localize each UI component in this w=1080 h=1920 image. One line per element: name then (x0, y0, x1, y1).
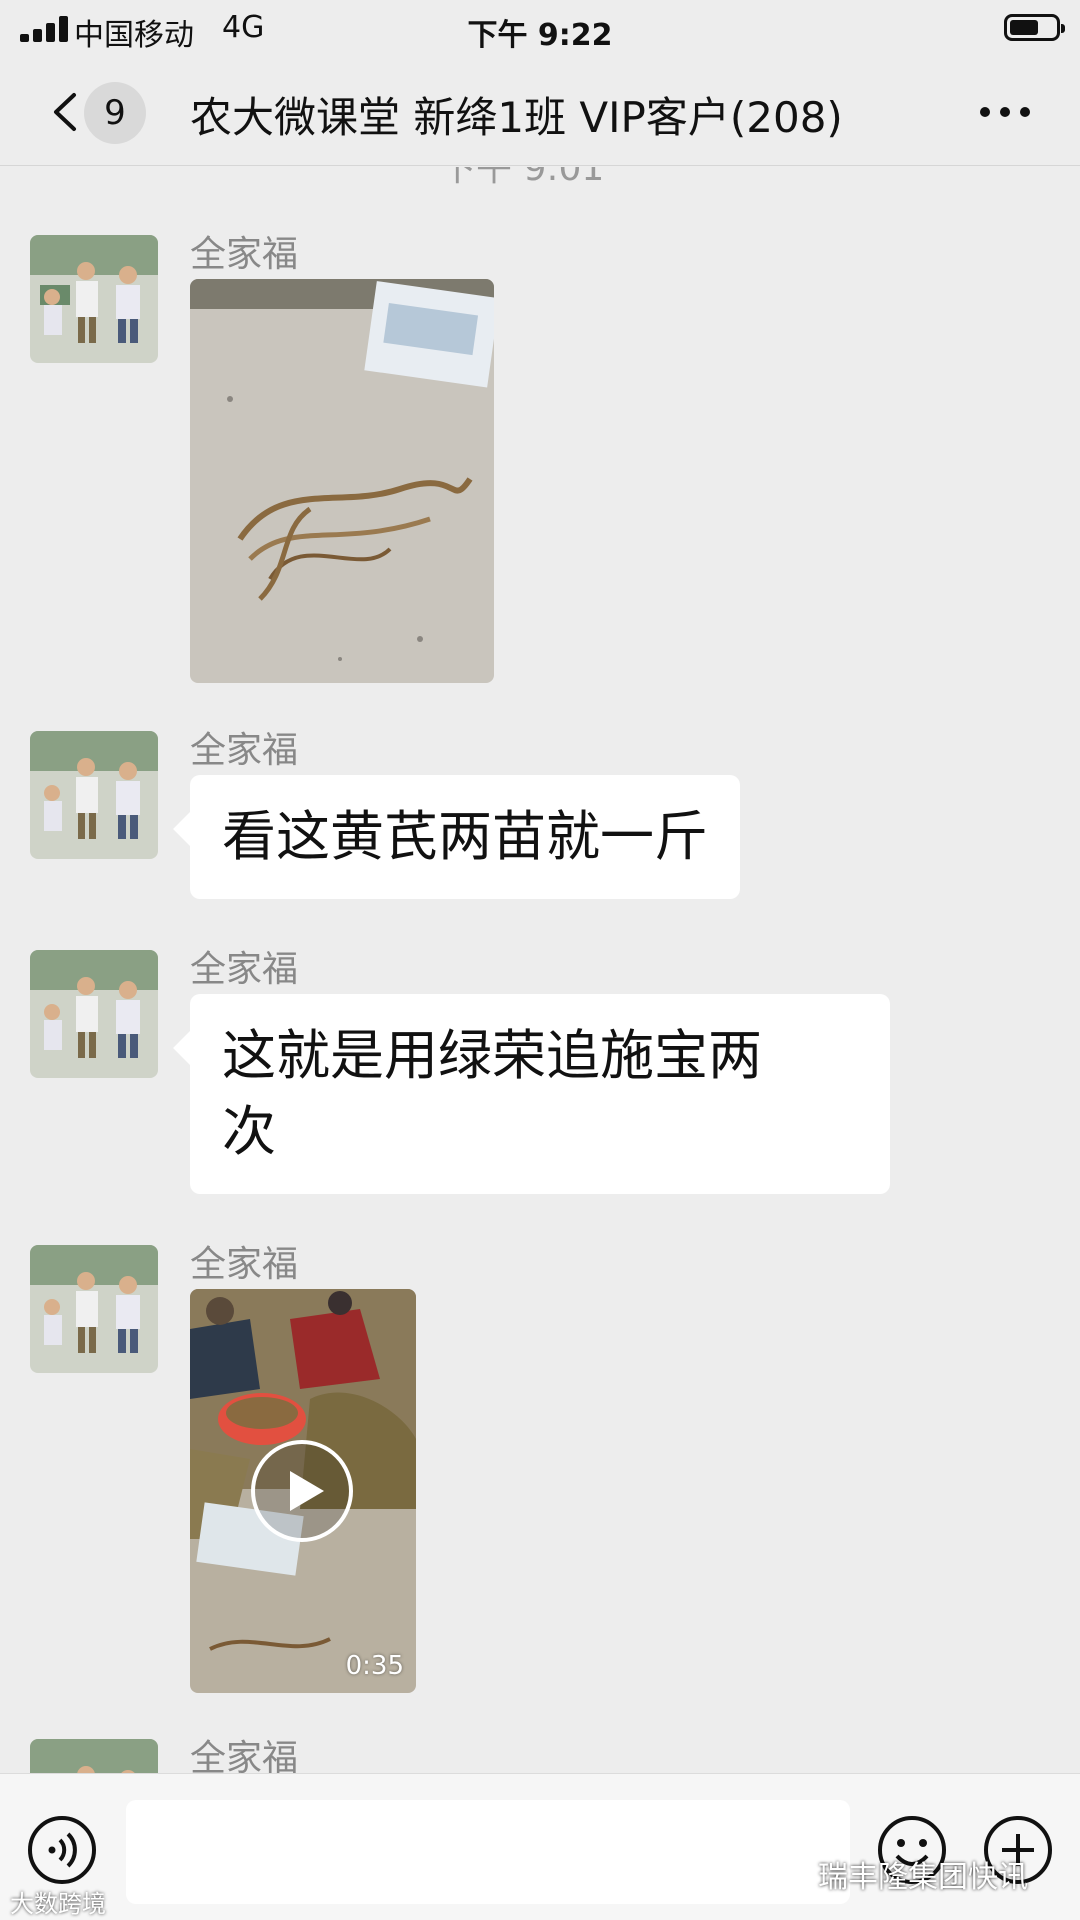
sender-name: 全家福 (190, 1244, 299, 1285)
play-icon[interactable] (250, 1439, 354, 1543)
more-options-button[interactable] (980, 96, 1032, 126)
voice-icon[interactable] (26, 1814, 98, 1886)
watermark-left: 大数跨境 (10, 1890, 106, 1918)
chevron-left-icon (54, 93, 76, 131)
message-input[interactable] (126, 1800, 850, 1904)
sender-name: 全家福 (190, 234, 299, 275)
video-message[interactable]: 0:35 (190, 1289, 416, 1693)
time-divider: 下午 9:01 (440, 167, 605, 189)
avatar[interactable] (30, 1739, 158, 1773)
back-button[interactable]: 9 (36, 82, 152, 144)
status-time: 下午 9:22 (467, 18, 613, 53)
battery-icon (1004, 14, 1065, 41)
avatar[interactable] (30, 731, 158, 859)
text-message-bubble[interactable]: 这就是用绿荣追施宝两 次 (190, 994, 890, 1194)
unread-count-badge: 9 (84, 82, 146, 144)
image-message[interactable] (190, 279, 494, 683)
message-text-line: 这就是用绿荣追施宝两 (222, 1024, 762, 1087)
watermark-right: 瑞丰隆集团快讯 (818, 1860, 1028, 1895)
avatar[interactable] (30, 235, 158, 363)
sender-name: 全家福 (190, 949, 299, 990)
text-message-bubble[interactable]: 看这黄芪两苗就一斤 (190, 775, 740, 899)
chat-header: 9 农大微课堂 新绛1班 VIP客户(208) (0, 56, 1080, 166)
message-text-line: 次 (222, 1100, 276, 1163)
status-bar: 中国移动 4G 下午 9:22 (0, 0, 1080, 56)
chat-title: 农大微课堂 新绛1班 VIP客户(208) (190, 93, 843, 142)
message-list[interactable]: 下午 9:01 全家福 全家福 看这黄芪两苗就一斤 全家福 这就是用绿荣追施宝两… (0, 167, 1080, 1773)
sender-name: 全家福 (190, 1738, 299, 1773)
sender-name: 全家福 (190, 730, 299, 771)
avatar[interactable] (30, 1245, 158, 1373)
input-toolbar (0, 1773, 1080, 1920)
video-duration: 0:35 (345, 1651, 404, 1681)
avatar[interactable] (30, 950, 158, 1078)
